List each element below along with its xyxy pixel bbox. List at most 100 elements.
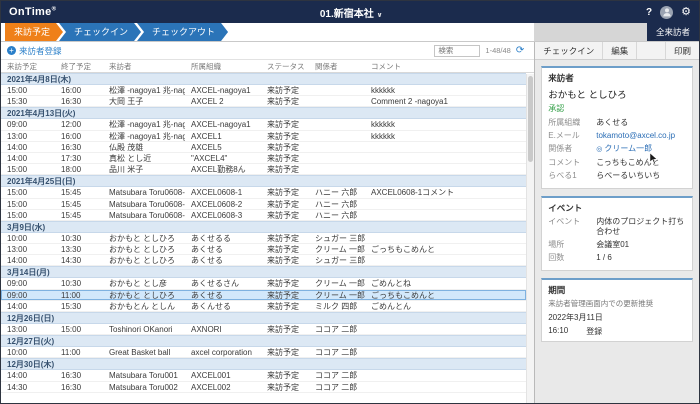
cell-status: 来訪予定 [261, 370, 309, 380]
cell-end: 11:00 [55, 290, 103, 300]
table-row[interactable]: 09:0011:00おかもと としひろあくせる来訪予定クリーム 一郎ごっちもこめ… [1, 290, 526, 301]
period-section-title: 期間 [548, 284, 686, 296]
tab-checkin[interactable]: チェックイン [59, 23, 141, 41]
tab-checkout[interactable]: チェックアウト [137, 23, 228, 41]
table-row[interactable]: 14:0017:30真松 とし近"AXCEL4"来訪予定 [1, 153, 526, 164]
cell-status: 来訪予定 [261, 324, 309, 334]
date-group-header[interactable]: 12月26日(日) [1, 312, 526, 324]
cell-visitor: 真松 とし近 [103, 153, 185, 163]
date-group-header[interactable]: 2021年4月8日(木) [1, 73, 526, 85]
cell-related [309, 153, 365, 163]
cell-comment [365, 324, 526, 334]
table-row[interactable]: 09:0012:00松澤 -nagoya1 兆-nagoya1AXCEL-nag… [1, 119, 526, 130]
cell-status: 来訪予定 [261, 153, 309, 163]
panel-print-button[interactable]: 印刷 [665, 42, 699, 59]
table-row[interactable]: 14:0015:30おかもとん としんあくんせる来訪予定ミルク 四郎ごめんとん [1, 301, 526, 312]
cell-end: 16:30 [55, 382, 103, 392]
table-row[interactable]: 15:3016:30大岡 王子AXCEL 2来訪予定Comment 2 -nag… [1, 96, 526, 107]
date-group-header[interactable]: 3月9日(水) [1, 221, 526, 233]
table-row[interactable]: 14:0016:30Matsubara Toru001AXCEL001来訪予定コ… [1, 370, 526, 381]
cell-org: axcel corporation [185, 347, 261, 357]
table-row[interactable]: 15:0015:45Matsubara Toru0608-2AXCEL0608-… [1, 199, 526, 210]
cell-start: 13:00 [1, 324, 55, 334]
cell-status: 来訪予定 [261, 233, 309, 243]
field-value[interactable]: ◎クリーム一郎 [596, 144, 686, 155]
cell-visitor: 仏殿 茂雄 [103, 142, 185, 152]
table-row[interactable]: 10:0011:00Great Basket ballaxcel corpora… [1, 347, 526, 358]
field-value[interactable]: tokamoto@axcel.co.jp [596, 131, 686, 141]
cell-related: クリーム 一郎 [309, 290, 365, 300]
panel-edit-button[interactable]: 編集 [603, 42, 637, 59]
table-row[interactable]: 15:0016:00松澤 -nagoya1 兆-nagoya1AXCEL-nag… [1, 85, 526, 96]
cell-status: 来訪予定 [261, 278, 309, 288]
cell-end: 16:00 [55, 131, 103, 141]
cell-start: 15:00 [1, 164, 55, 174]
field-value: 会議室01 [596, 240, 686, 250]
field-label: 場所 [548, 240, 596, 250]
table-row[interactable]: 13:0016:00松澤 -nagoya1 兆-nagoya1AXCEL1来訪予… [1, 131, 526, 142]
vertical-scrollbar[interactable] [526, 74, 534, 403]
result-count: 1-48/48 [485, 46, 510, 55]
cell-related: ミルク 四郎 [309, 301, 365, 311]
cell-org: AXCEL0608-2 [185, 199, 261, 209]
tab-visit-schedule[interactable]: 来訪予定 [5, 23, 63, 41]
mouse-cursor-icon [649, 152, 658, 165]
detail-panel: チェックイン編集印刷 来訪者 おかもと としひろ 承認 所属組織あくせるE.メー… [535, 42, 699, 403]
all-visitors-button[interactable]: 全来訪者 [647, 23, 699, 41]
field-label: イベント [548, 217, 596, 237]
cell-visitor: おかもと とし彦 [103, 278, 185, 288]
cell-comment [365, 153, 526, 163]
cell-status: 来訪予定 [261, 85, 309, 95]
chevron-down-icon: ∨ [377, 12, 383, 19]
cell-comment: ごめんとね [365, 278, 526, 288]
date-group-header[interactable]: 12月27日(火) [1, 335, 526, 347]
cell-start: 15:00 [1, 85, 55, 95]
approval-status-badge: 承認 [548, 103, 686, 114]
table-row[interactable]: 14:0016:30仏殿 茂雄AXCEL5来訪予定 [1, 142, 526, 153]
gear-icon[interactable]: ⚙ [681, 7, 691, 18]
date-group-header[interactable]: 2021年4月13日(火) [1, 107, 526, 119]
table-row[interactable]: 15:0015:45Matsubara Toru0608-1AXCEL0608-… [1, 187, 526, 198]
refresh-icon[interactable]: ⟳ [516, 46, 524, 56]
date-group-header[interactable]: 12月30日(木) [1, 358, 526, 370]
location-selector[interactable]: 01.新宿本社∨ [56, 5, 646, 20]
help-icon[interactable]: ? [646, 7, 652, 18]
period-registered-label: 登録 [586, 326, 602, 337]
table-row[interactable]: 09:0010:30おかもと とし彦あくせるさん来訪予定クリーム 一郎ごめんとね [1, 278, 526, 289]
date-group-header[interactable]: 2021年4月25日(日) [1, 175, 526, 187]
detail-field: 回数1 / 6 [548, 253, 686, 263]
table-row[interactable]: 14:3016:30Matsubara Toru002AXCEL002来訪予定コ… [1, 382, 526, 393]
cell-end: 12:00 [55, 119, 103, 129]
table-row[interactable]: 13:0015:00Toshinori OKanoriAXNORI来訪予定ココア… [1, 324, 526, 335]
cell-end: 15:45 [55, 210, 103, 220]
table-row[interactable]: 10:0010:30おかもと としひろあくせるる来訪予定シュガー 三郎 [1, 233, 526, 244]
visitor-name: おかもと としひろ [548, 87, 686, 101]
cell-related [309, 85, 365, 95]
cell-end: 15:45 [55, 199, 103, 209]
cell-comment [365, 382, 526, 392]
cell-visitor: おかもと としひろ [103, 255, 185, 265]
cell-comment: kkkkkk [365, 119, 526, 129]
search-input[interactable] [434, 45, 480, 57]
panel-checkin-button[interactable]: チェックイン [535, 42, 603, 59]
table-row[interactable]: 15:0018:00品川 米子AXCEL勤務8ん来訪予定 [1, 164, 526, 175]
event-detail-card: イベント イベント内体のプロジェクト打ち合わせ場所会議室01回数1 / 6 [541, 196, 693, 271]
date-group-header[interactable]: 3月14日(月) [1, 266, 526, 278]
register-visitor-button[interactable]: + 来訪者登録 [7, 45, 62, 57]
cell-org: あくせる [185, 244, 261, 254]
cell-related: ハニー 六郎 [309, 199, 365, 209]
table-row[interactable]: 14:0014:30おかもと としひろあくせる来訪予定シュガー 三郎 [1, 255, 526, 266]
table-row[interactable]: 13:0013:30おかもと としひろあくせる来訪予定クリーム 一郎ごっちもこめ… [1, 244, 526, 255]
cell-org: あくせるる [185, 233, 261, 243]
cell-visitor: Great Basket ball [103, 347, 185, 357]
cell-org: AXCEL 2 [185, 96, 261, 106]
cell-visitor: Matsubara Toru0608-1 [103, 187, 185, 197]
table-row[interactable]: 15:0015:45Matsubara Toru0608-3AXCEL0608-… [1, 210, 526, 221]
cell-status: 来訪予定 [261, 96, 309, 106]
user-avatar[interactable] [660, 6, 673, 19]
top-bar: OnTime® 01.新宿本社∨ ? ⚙ [1, 1, 699, 23]
period-time: 16:10 [548, 326, 568, 337]
cell-org: AXCEL001 [185, 370, 261, 380]
cell-end: 15:00 [55, 324, 103, 334]
scrollbar-thumb[interactable] [528, 76, 533, 162]
